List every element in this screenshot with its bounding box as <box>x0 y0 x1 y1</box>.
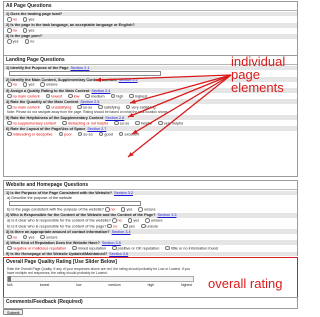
section-title: Comments/Feedback (Required) <box>6 299 83 305</box>
tick-label: highest <box>181 283 192 287</box>
radio-yes[interactable]: yes <box>22 234 34 240</box>
section-link[interactable]: Section 3.6 <box>109 252 128 256</box>
answer-row: no yes <box>4 16 297 22</box>
section-link[interactable]: Section 2.6 <box>105 116 124 120</box>
slider-ticks: N/A lowest low medium high highest <box>4 283 195 287</box>
radio-no[interactable]: no <box>24 39 34 44</box>
submit-button[interactable]: Submit <box>3 309 24 315</box>
tick-label: high <box>147 283 154 287</box>
radio-option[interactable]: so-so <box>114 120 129 126</box>
section-title: Website and Homepage Questions <box>4 181 297 190</box>
radio-option[interactable]: unsatisfying <box>45 104 71 110</box>
section-title: Overall Page Quality Rating [Use Slider … <box>6 259 117 265</box>
answer-row: b) Is it clear who is responsible for th… <box>7 223 159 229</box>
radio-yes[interactable]: yes <box>123 223 135 229</box>
website-purpose-field[interactable] <box>9 200 141 206</box>
radio-no[interactable]: no <box>7 16 17 22</box>
radio-yes[interactable]: yes <box>22 82 34 88</box>
radio-option[interactable]: positive or OK reputation <box>112 245 159 251</box>
tick-label: N/A <box>7 283 13 287</box>
radio-unsure[interactable]: unsure <box>140 223 158 229</box>
radio-no[interactable]: no <box>7 28 17 33</box>
radio-option[interactable]: little or no information found <box>165 245 218 251</box>
section-link[interactable]: Section 3.4 <box>112 230 131 234</box>
answer-row: negative or malicious reputation mixed r… <box>4 245 297 251</box>
radio-option[interactable]: distracting or not helpful <box>62 120 108 126</box>
all-page-questions-section: All Page Questions 1) Does the landing p… <box>3 1 298 56</box>
tick-label: low <box>76 283 82 287</box>
radio-unsure[interactable]: unsure <box>40 82 58 88</box>
answer-row: no yes <box>4 28 297 34</box>
radio-option[interactable]: misleading or deceptive <box>7 131 52 137</box>
radio-no[interactable]: no <box>104 206 115 212</box>
answer-row: no supplementary content distracting or … <box>4 120 297 126</box>
radio-option[interactable]: negative or malicious reputation <box>7 245 66 251</box>
radio-yes[interactable]: yes <box>22 28 34 33</box>
radio-option[interactable]: no supplementary content <box>7 120 56 126</box>
annotation-overall-rating: overall rating <box>208 276 283 291</box>
comments-section: Comments/Feedback (Required) <box>3 297 298 309</box>
radio-option[interactable]: highest <box>129 93 147 99</box>
radio-yes[interactable]: yes <box>120 206 132 212</box>
radio-no[interactable]: no <box>107 223 117 229</box>
radio-option[interactable]: so-so <box>77 131 93 137</box>
slider-thumb[interactable] <box>8 276 11 282</box>
radio-yes[interactable]: yes <box>127 218 139 223</box>
radio-no[interactable]: no <box>7 82 17 88</box>
radio-option[interactable]: mixed reputation <box>72 245 106 251</box>
radio-yes[interactable]: yes <box>7 39 19 44</box>
radio-unsure[interactable]: unsure <box>145 218 163 223</box>
tick-label: medium <box>108 283 121 287</box>
answer-row: yes no <box>4 39 297 45</box>
radio-option[interactable]: poor <box>58 131 72 137</box>
radio-option[interactable]: excellent <box>118 131 139 137</box>
overall-description: Rate the Overall Page Quality. If any of… <box>7 266 191 275</box>
section-title: All Page Questions <box>4 2 297 11</box>
section-link[interactable]: Section 2.2 <box>119 78 138 82</box>
radio-option[interactable]: very helpful <box>158 120 183 126</box>
radio-no[interactable]: no <box>7 234 17 240</box>
section-link[interactable]: Section 2.4 <box>91 89 110 93</box>
radio-option[interactable]: no main content <box>7 104 40 110</box>
section-link[interactable]: Section 3.2 <box>114 191 133 195</box>
section-link[interactable]: Section 2.5 <box>80 100 99 104</box>
purpose-field[interactable] <box>9 70 161 76</box>
radio-unsure[interactable]: unsure <box>40 234 58 240</box>
radio-option[interactable]: no main content <box>7 93 40 99</box>
tick-label: lowest <box>39 283 50 287</box>
radio-option[interactable]: good <box>98 131 113 137</box>
radio-yes[interactable]: yes <box>22 16 34 22</box>
radio-option[interactable]: high <box>110 93 123 99</box>
answer-row: b) Is the page consistent with the purpo… <box>7 206 156 212</box>
answer-row: no yes unsure <box>4 234 297 240</box>
radio-option[interactable]: helpful <box>135 120 152 126</box>
radio-no[interactable]: no <box>111 218 122 223</box>
radio-option[interactable]: medium <box>85 93 105 99</box>
radio-option[interactable]: satisfying <box>98 104 120 110</box>
section-link[interactable]: Section 3.5 <box>102 241 121 245</box>
annotation-individual-page-elements: individual page elements <box>231 54 286 95</box>
section-link[interactable]: Section 3.3 <box>158 213 177 217</box>
quantity-note: Note: Please do not navigate away from t… <box>7 110 169 115</box>
radio-unsure[interactable]: unsure <box>138 206 156 212</box>
answer-row: misleading or deceptive poor so-so good … <box>4 131 297 137</box>
radio-option[interactable]: lowest <box>45 93 62 99</box>
section-link[interactable]: Section 2.1 <box>70 66 89 70</box>
website-homepage-questions-section: Website and Homepage Questions 1) Is the… <box>3 180 298 262</box>
overall-rating-slider[interactable] <box>7 276 194 282</box>
radio-option[interactable]: so-so <box>77 104 92 110</box>
radio-option[interactable]: very satisfying <box>125 104 156 110</box>
rating-form-page: All Page Questions 1) Does the landing p… <box>0 0 300 317</box>
section-link[interactable]: Section 2.7 <box>87 127 106 131</box>
radio-option[interactable]: low <box>68 93 79 99</box>
